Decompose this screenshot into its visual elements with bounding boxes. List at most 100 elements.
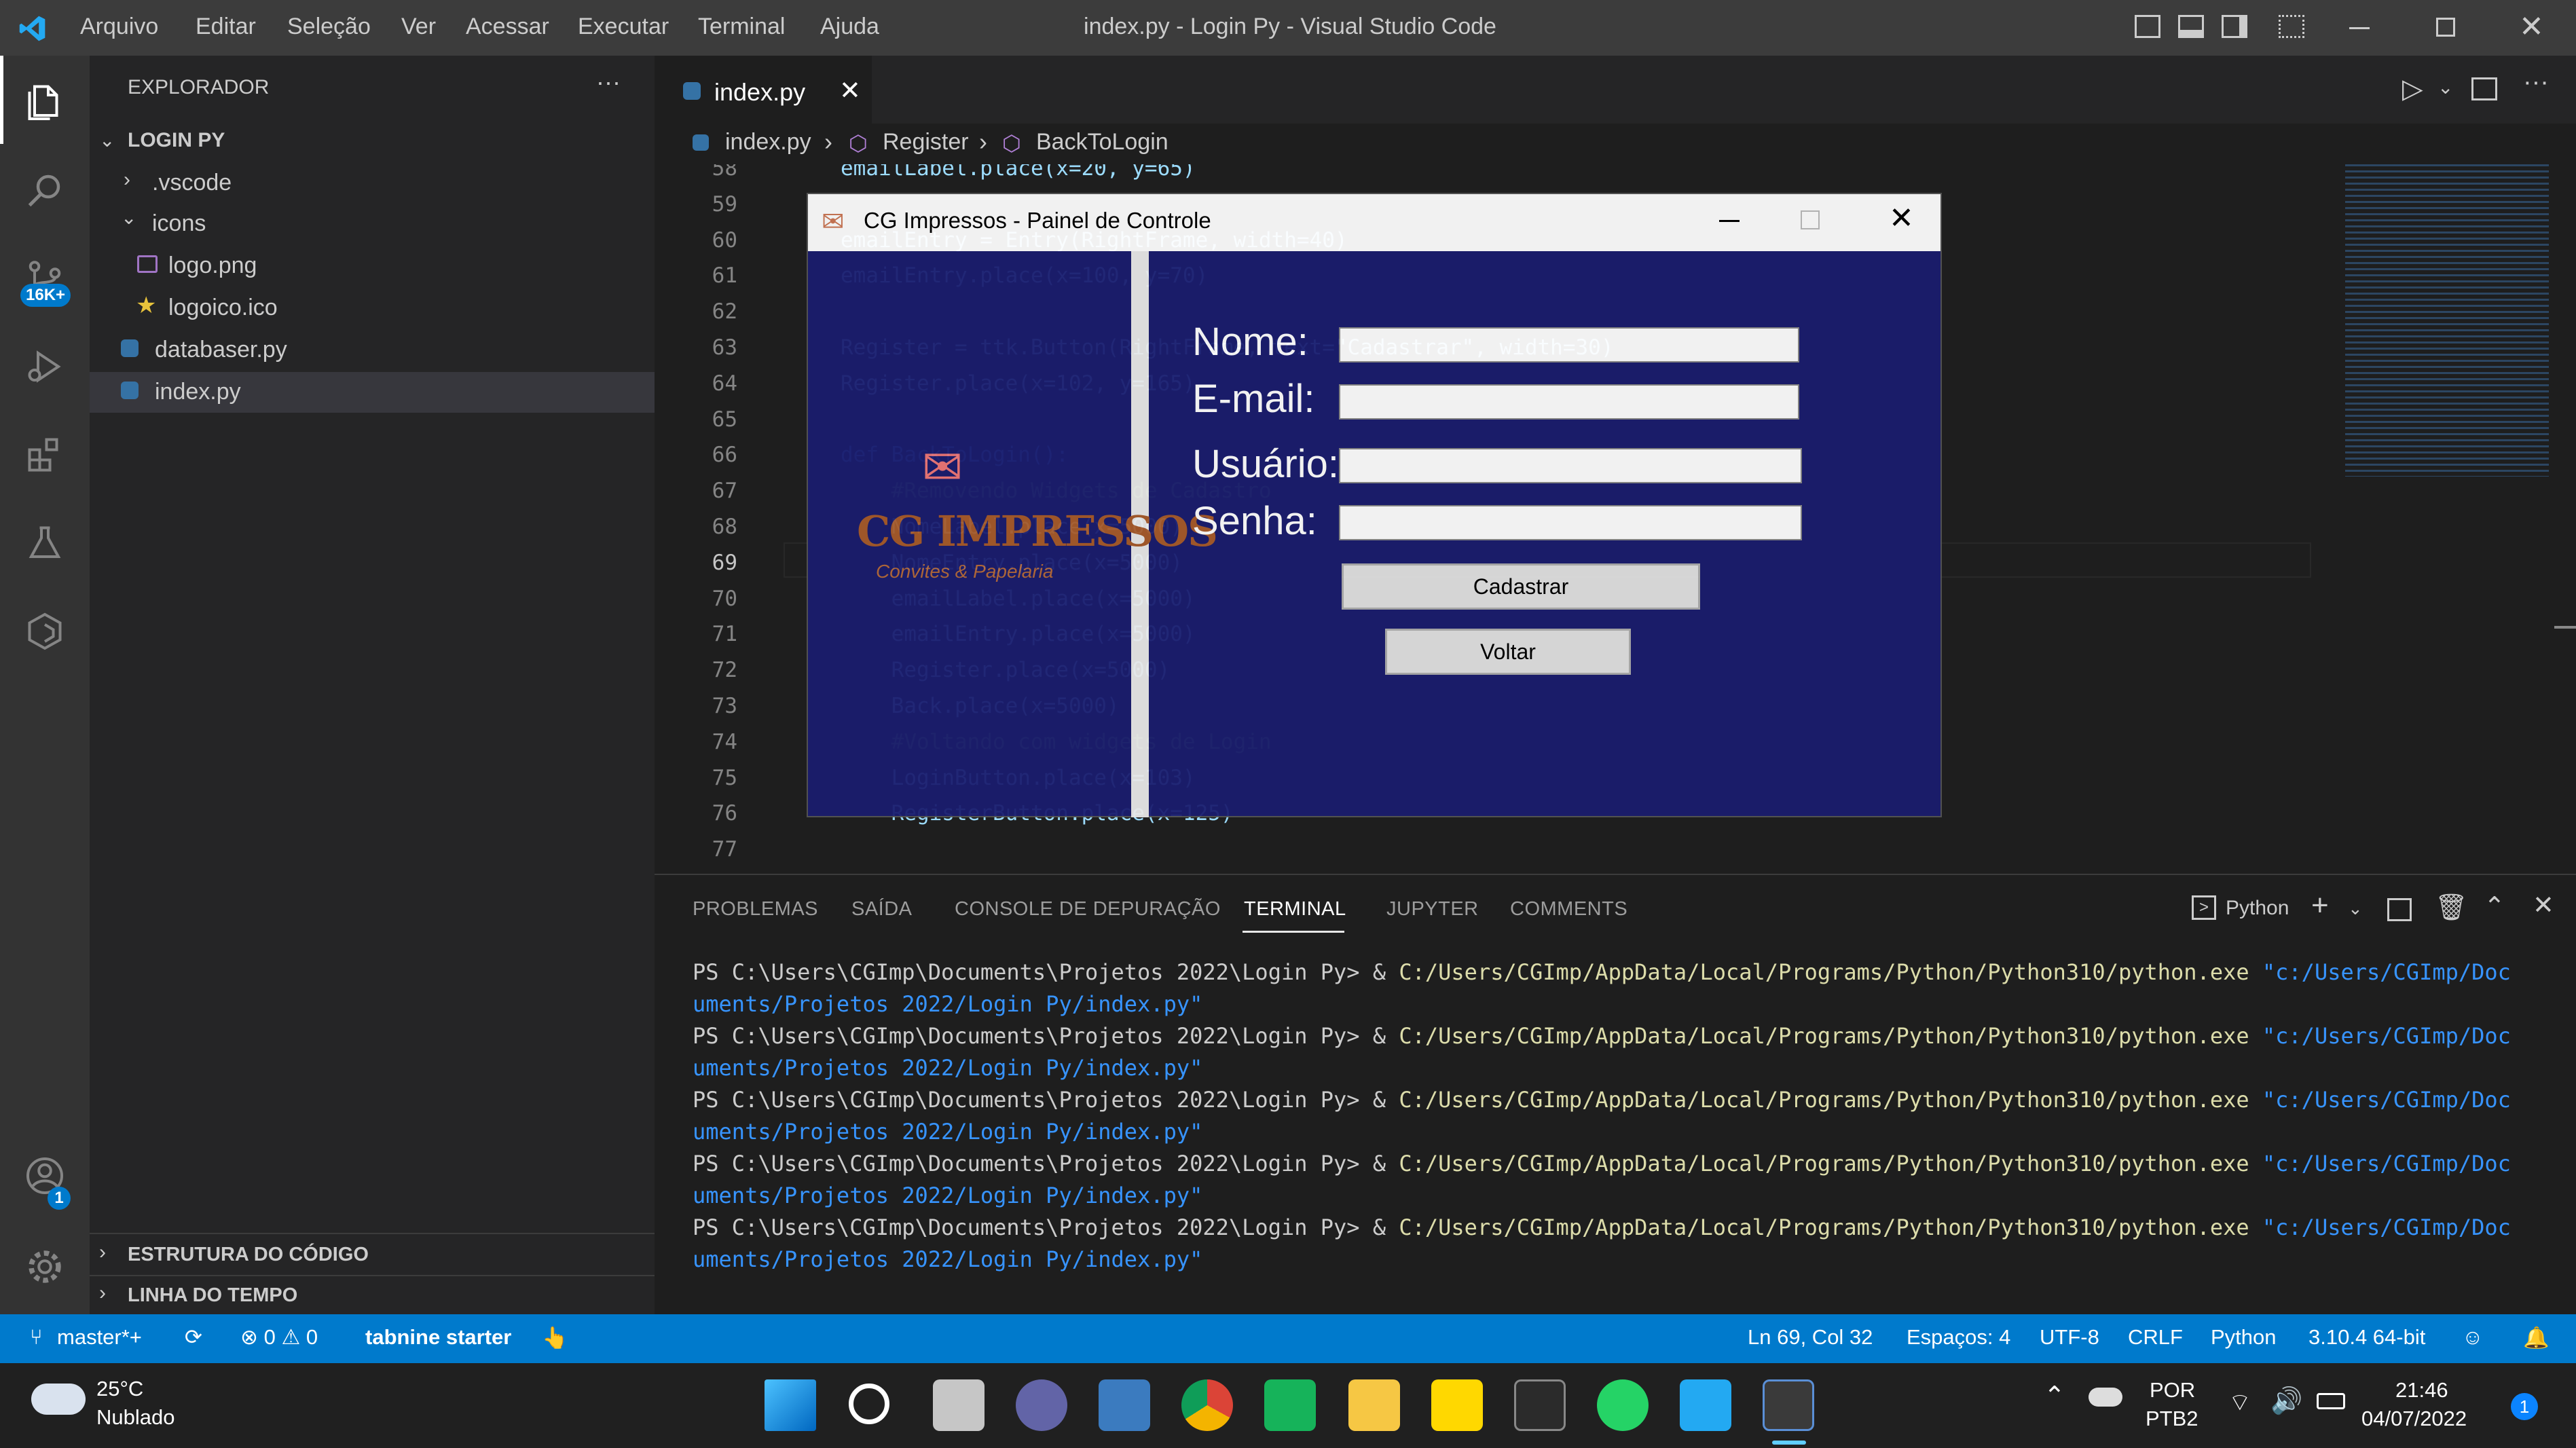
email-entry[interactable] xyxy=(1339,384,1799,420)
language-code[interactable]: POR xyxy=(2150,1378,2195,1403)
extensions-icon[interactable] xyxy=(19,429,71,481)
file-logo-png[interactable]: logo.png xyxy=(168,253,257,279)
file-index-py[interactable]: index.py xyxy=(155,379,241,405)
chevron-down-icon[interactable]: ⌄ xyxy=(2437,76,2453,98)
project-folder[interactable]: LOGIN PY xyxy=(128,129,225,152)
terminal-command-line[interactable]: PS C:\Users\CGImp\Documents\Projetos 202… xyxy=(693,1087,2511,1113)
code-line[interactable]: emailLabel.place(x=20, y=65) xyxy=(841,164,1196,181)
volume-icon[interactable]: 🔊 xyxy=(2270,1386,2302,1416)
breadcrumb-register[interactable]: Register xyxy=(883,129,969,155)
encoding[interactable]: UTF-8 xyxy=(2040,1325,2099,1350)
chevron-up-icon[interactable]: ⌃ xyxy=(2484,891,2505,922)
chevron-down-icon[interactable]: ⌄ xyxy=(2348,898,2363,919)
menu-ajuda[interactable]: Ajuda xyxy=(820,14,879,40)
tab-close-icon[interactable]: ✕ xyxy=(839,75,861,106)
terminal-shell-label[interactable]: Python xyxy=(2226,897,2289,920)
toggle-sidebar-icon[interactable] xyxy=(2135,15,2160,38)
feedback-icon[interactable]: ☺ xyxy=(2462,1325,2484,1350)
nome-entry[interactable] xyxy=(1339,327,1799,363)
new-terminal-icon[interactable]: + xyxy=(2311,889,2329,923)
terminal-command-line[interactable]: PS C:\Users\CGImp\Documents\Projetos 202… xyxy=(693,1023,2511,1049)
toggle-panel-icon[interactable] xyxy=(2178,15,2204,38)
more-actions-icon[interactable]: ··· xyxy=(596,68,621,96)
keyboard-layout[interactable]: PTB2 xyxy=(2146,1407,2198,1431)
weather-desc[interactable]: Nublado xyxy=(96,1405,174,1430)
terminal-command-line[interactable]: PS C:\Users\CGImp\Documents\Projetos 202… xyxy=(693,959,2511,985)
timeline-section[interactable]: LINHA DO TEMPO xyxy=(128,1284,297,1307)
trash-icon[interactable]: 🗑 xyxy=(2435,893,2467,923)
wifi-icon[interactable]: ⌔ xyxy=(2228,1388,2251,1418)
voltar-button[interactable]: Voltar xyxy=(1385,629,1631,675)
restore-icon[interactable] xyxy=(2436,18,2455,37)
minimize-icon[interactable] xyxy=(1719,220,1740,222)
chrome-icon[interactable] xyxy=(1181,1379,1233,1431)
bell-icon[interactable]: 🔔 xyxy=(2523,1325,2550,1350)
tabnine-status[interactable]: tabnine starter xyxy=(365,1325,511,1350)
problems-count[interactable]: ⊗ 0 ⚠ 0 xyxy=(240,1325,318,1350)
battery-icon[interactable] xyxy=(2317,1393,2345,1409)
cadastrar-button[interactable]: Cadastrar xyxy=(1342,563,1700,610)
search-icon[interactable] xyxy=(19,164,71,216)
file-databaser-py[interactable]: databaser.py xyxy=(155,337,287,363)
clock-date[interactable]: 04/07/2022 xyxy=(2361,1407,2467,1431)
testing-icon[interactable] xyxy=(19,517,71,569)
split-editor-icon[interactable] xyxy=(2471,77,2497,100)
whatsapp-icon[interactable] xyxy=(1597,1379,1649,1431)
phone-link-icon[interactable] xyxy=(1264,1379,1316,1431)
outline-section[interactable]: ESTRUTURA DO CÓDIGO xyxy=(128,1244,369,1266)
tab-jupyter[interactable]: JUPYTER xyxy=(1386,898,1479,921)
senha-entry[interactable] xyxy=(1339,505,1802,540)
git-branch[interactable]: master*+ xyxy=(57,1325,142,1350)
tab-comments[interactable]: COMMENTS xyxy=(1510,898,1627,921)
tab-index-py[interactable]: index.py ✕ xyxy=(655,56,872,124)
teams-chat-icon[interactable] xyxy=(1016,1379,1067,1431)
menu-terminal[interactable]: Terminal xyxy=(698,14,785,40)
chevron-up-icon[interactable]: ⌃ xyxy=(2044,1381,2065,1411)
task-view-icon[interactable] xyxy=(933,1379,985,1431)
terminal-command-line[interactable]: PS C:\Users\CGImp\Documents\Projetos 202… xyxy=(693,1214,2511,1240)
tab-saida[interactable]: SAÍDA xyxy=(851,898,913,921)
start-windows-icon[interactable] xyxy=(765,1379,816,1431)
python-interpreter[interactable]: 3.10.4 64-bit xyxy=(2308,1325,2425,1350)
breadcrumb-backtologin[interactable]: BackToLogin xyxy=(1036,129,1169,155)
close-panel-icon[interactable]: ✕ xyxy=(2533,890,2554,921)
vscode-taskbar-icon[interactable] xyxy=(1680,1379,1731,1431)
breadcrumb-file[interactable]: index.py xyxy=(725,129,811,155)
sync-icon[interactable]: ⟳ xyxy=(185,1325,202,1350)
tkinter-window[interactable]: ✉ CG Impressos - Painel de Controle ✕ ✉ … xyxy=(807,193,1942,817)
split-terminal-icon[interactable] xyxy=(2387,898,2412,921)
remote-explorer-icon[interactable] xyxy=(19,606,71,657)
settings-gear-icon[interactable] xyxy=(19,1241,71,1293)
line-ending[interactable]: CRLF xyxy=(2128,1325,2183,1350)
folder-icons[interactable]: icons xyxy=(152,210,206,237)
notification-badge[interactable]: 1 xyxy=(2511,1393,2538,1420)
chevron-down-icon[interactable]: ⌄ xyxy=(99,129,115,151)
folder-vscode[interactable]: .vscode xyxy=(152,170,232,196)
menu-acessar[interactable]: Acessar xyxy=(466,14,549,40)
minimize-icon[interactable] xyxy=(2349,27,2370,29)
menu-executar[interactable]: Executar xyxy=(578,14,669,40)
menu-selecao[interactable]: Seleção xyxy=(287,14,371,40)
run-debug-icon[interactable] xyxy=(19,341,71,392)
close-icon[interactable]: ✕ xyxy=(1889,201,1914,236)
scrollbar-thumb[interactable] xyxy=(2554,626,2576,629)
clock-time[interactable]: 21:46 xyxy=(2395,1378,2448,1403)
terminal-app-icon[interactable] xyxy=(1514,1379,1566,1431)
menu-editar[interactable]: Editar xyxy=(196,14,256,40)
toggle-secondary-sidebar-icon[interactable] xyxy=(2222,15,2247,38)
sticky-notes-icon[interactable] xyxy=(1431,1379,1483,1431)
file-logoico-ico[interactable]: logoico.ico xyxy=(168,295,278,321)
terminal-command-line[interactable]: PS C:\Users\CGImp\Documents\Projetos 202… xyxy=(693,1151,2511,1176)
calculator-icon[interactable] xyxy=(1099,1379,1150,1431)
minimap[interactable] xyxy=(2345,164,2549,477)
close-icon[interactable]: ✕ xyxy=(2519,10,2544,44)
explorer-icon[interactable] xyxy=(19,76,71,128)
search-taskbar-icon[interactable] xyxy=(849,1384,889,1424)
menu-ver[interactable]: Ver xyxy=(401,14,436,40)
more-actions-icon[interactable]: ··· xyxy=(2523,68,2549,97)
menu-arquivo[interactable]: Arquivo xyxy=(80,14,158,40)
onedrive-icon[interactable] xyxy=(2089,1388,2122,1407)
python-app-icon[interactable] xyxy=(1763,1379,1814,1431)
usuario-entry[interactable] xyxy=(1339,448,1802,483)
customize-layout-icon[interactable] xyxy=(2279,15,2304,38)
